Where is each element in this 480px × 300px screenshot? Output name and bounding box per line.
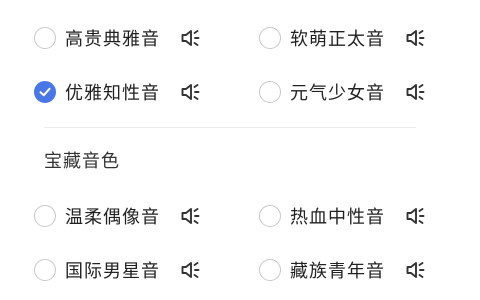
voice-option-zangzu-qingnian[interactable]: 藏族青年音 <box>259 250 428 290</box>
voice-option-label: 软萌正太音 <box>290 29 385 50</box>
radio-button[interactable] <box>259 205 281 227</box>
speaker-icon[interactable] <box>179 80 203 104</box>
voice-row: 优雅知性音 元气少女音 <box>0 72 480 126</box>
radio-button[interactable] <box>34 27 56 49</box>
voice-row: 高贵典雅音 软萌正太音 <box>0 18 480 72</box>
voice-selection-panel: 高贵典雅音 软萌正太音 优雅知性音 元气少女音 宝藏音色 温柔偶像音 热血中性音… <box>0 0 480 300</box>
radio-button[interactable] <box>34 259 56 281</box>
radio-button[interactable] <box>34 81 56 103</box>
voice-group-treasure: 温柔偶像音 热血中性音 国际男星音 藏族青年音 <box>0 196 480 300</box>
voice-option-youya-zhixing[interactable]: 优雅知性音 <box>34 72 203 112</box>
voice-option-label: 元气少女音 <box>290 83 385 104</box>
check-icon <box>39 87 51 97</box>
voice-option-label: 藏族青年音 <box>290 261 385 282</box>
voice-row: 温柔偶像音 热血中性音 <box>0 196 480 250</box>
voice-option-gaogui-dianya[interactable]: 高贵典雅音 <box>34 18 203 58</box>
voice-option-yuanqi-shaonv[interactable]: 元气少女音 <box>259 72 428 112</box>
radio-button[interactable] <box>259 259 281 281</box>
voice-group-standard: 高贵典雅音 软萌正太音 优雅知性音 元气少女音 <box>0 18 480 126</box>
radio-button[interactable] <box>34 205 56 227</box>
voice-option-ruanmeng-zhengtai[interactable]: 软萌正太音 <box>259 18 428 58</box>
voice-option-guoji-nanxing[interactable]: 国际男星音 <box>34 250 203 290</box>
speaker-icon[interactable] <box>179 26 203 50</box>
radio-button[interactable] <box>259 81 281 103</box>
voice-option-label: 优雅知性音 <box>65 83 160 104</box>
voice-option-rexue-zhongxing[interactable]: 热血中性音 <box>259 196 428 236</box>
section-title: 宝藏音色 <box>44 151 120 172</box>
voice-option-label: 热血中性音 <box>290 207 385 228</box>
speaker-icon[interactable] <box>404 258 428 282</box>
voice-option-label: 温柔偶像音 <box>65 207 160 228</box>
speaker-icon[interactable] <box>404 204 428 228</box>
voice-row: 国际男星音 藏族青年音 <box>0 250 480 300</box>
voice-option-wenrou-ouxiang[interactable]: 温柔偶像音 <box>34 196 203 236</box>
voice-option-label: 国际男星音 <box>65 261 160 282</box>
speaker-icon[interactable] <box>404 26 428 50</box>
speaker-icon[interactable] <box>179 258 203 282</box>
speaker-icon[interactable] <box>179 204 203 228</box>
section-divider <box>44 127 416 128</box>
voice-option-label: 高贵典雅音 <box>65 29 160 50</box>
radio-button[interactable] <box>259 27 281 49</box>
speaker-icon[interactable] <box>404 80 428 104</box>
